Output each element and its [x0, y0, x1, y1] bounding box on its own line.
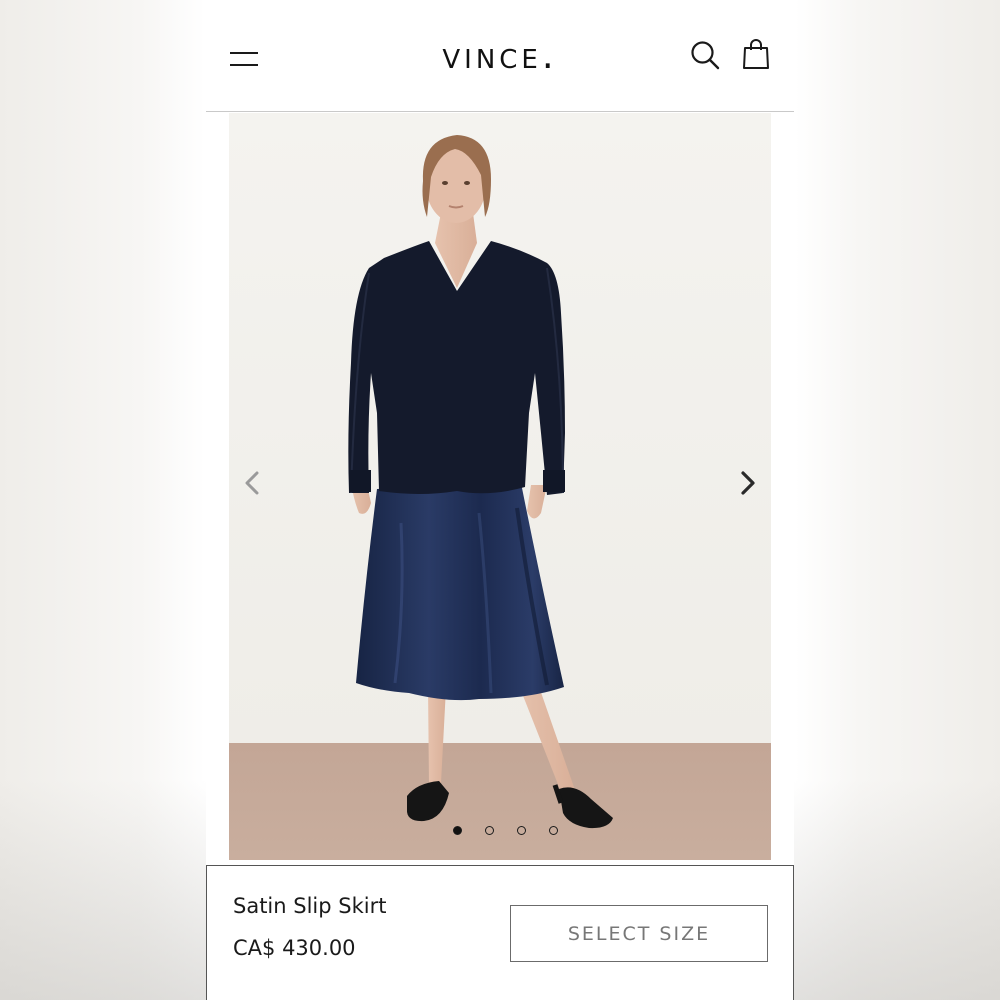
site-header: VINCE. — [206, 0, 794, 112]
chevron-left-icon[interactable] — [237, 463, 267, 503]
hamburger-menu-icon[interactable] — [230, 48, 258, 68]
product-photo — [229, 113, 771, 860]
mobile-viewport: VINCE. — [206, 0, 794, 1000]
shopping-bag-icon[interactable] — [742, 38, 770, 70]
product-summary-bar: Satin Slip Skirt CA$ 430.00 SELECT SIZE — [206, 865, 794, 1000]
product-name: Satin Slip Skirt — [233, 894, 387, 918]
carousel-dot-2[interactable] — [484, 826, 494, 835]
brand-logo[interactable]: VINCE. — [400, 34, 600, 77]
product-price: CA$ 430.00 — [233, 936, 356, 960]
product-image-carousel[interactable] — [229, 113, 771, 860]
chevron-right-icon[interactable] — [733, 463, 763, 503]
carousel-dot-3[interactable] — [516, 826, 526, 835]
search-icon[interactable] — [690, 40, 720, 70]
carousel-dot-4[interactable] — [548, 826, 558, 835]
select-size-button[interactable]: SELECT SIZE — [510, 905, 768, 962]
carousel-dot-1[interactable] — [452, 826, 462, 835]
carousel-pagination — [229, 826, 771, 842]
